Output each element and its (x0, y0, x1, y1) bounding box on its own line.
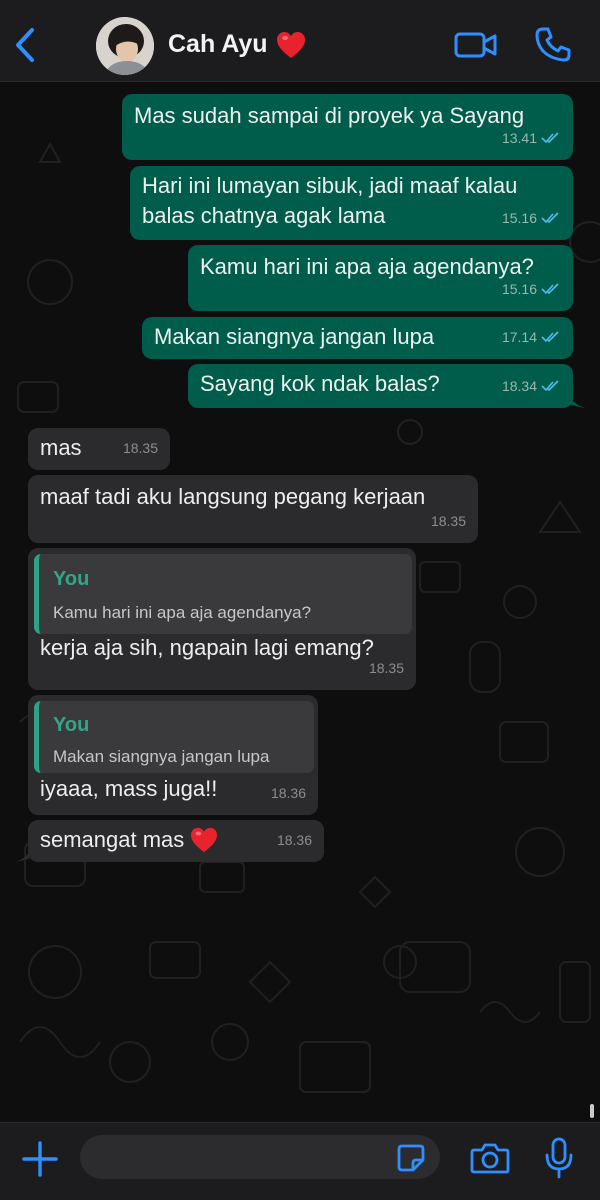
message-outgoing[interactable]: Kamu hari ini apa aja agendanya? 15.16 (188, 245, 573, 311)
message-text: Sayang kok ndak balas? (200, 371, 440, 396)
message-text: mas (40, 435, 82, 460)
double-check-icon (541, 380, 559, 392)
double-check-icon (541, 132, 559, 144)
sticker-icon (397, 1144, 425, 1172)
message-outgoing[interactable]: Makan siangnya jangan lupa 17.14 (142, 317, 573, 359)
voice-call-button[interactable] (534, 26, 572, 64)
message-time: 17.14 (501, 329, 537, 345)
message-meta: 15.16 (502, 273, 561, 305)
message-meta: 18.35 (369, 652, 404, 684)
attach-button[interactable] (20, 1139, 60, 1179)
sticker-button[interactable] (396, 1143, 426, 1173)
message-meta: 13.41 (502, 122, 561, 154)
message-text: kerja aja sih, ngapain lagi emang? (40, 635, 374, 660)
double-check-icon (541, 212, 559, 224)
plus-icon (22, 1141, 58, 1177)
back-button[interactable] (8, 22, 42, 68)
message-text: Hari ini lumayan sibuk, jadi maaf kalau (142, 173, 518, 198)
quote-text: Makan siangnya jangan lupa (53, 747, 270, 766)
message-incoming[interactable]: semangat mas 18.36 (28, 820, 324, 862)
message-text: semangat mas (40, 827, 185, 852)
message-outgoing[interactable]: Hari ini lumayan sibuk, jadi maaf kalau … (130, 166, 573, 240)
camera-button[interactable] (470, 1141, 510, 1175)
microphone-icon (545, 1137, 573, 1179)
heart-emoji-icon (191, 827, 218, 853)
message-text: Kamu hari ini apa aja agendanya? (200, 254, 534, 279)
scroll-indicator[interactable] (590, 1104, 594, 1118)
message-incoming[interactable]: maaf tadi aku langsung pegang kerjaan 18… (28, 475, 478, 543)
double-check-icon (541, 331, 559, 343)
message-time: 13.41 (501, 130, 537, 146)
message-meta: 18.35 (123, 432, 158, 464)
video-camera-icon (454, 32, 497, 58)
message-time: 15.16 (501, 281, 537, 297)
message-input[interactable] (80, 1135, 440, 1179)
message-time: 18.35 (122, 440, 158, 456)
message-incoming-reply[interactable]: You Kamu hari ini apa aja agendanya? ker… (28, 548, 416, 690)
avatar[interactable] (96, 17, 154, 75)
composer-bar (0, 1122, 600, 1200)
double-check-icon (541, 283, 559, 295)
chat-area[interactable]: Mas sudah sampai di proyek ya Sayang 13.… (0, 82, 600, 1122)
contact-name-text: Cah Ayu (168, 30, 268, 58)
message-incoming-reply[interactable]: You Makan siangnya jangan lupa iyaaa, ma… (28, 695, 318, 815)
chat-header: Cah Ayu (0, 0, 600, 82)
message-meta: 17.14 (502, 321, 561, 353)
message-time: 18.36 (270, 785, 306, 801)
message-meta: 15.16 (502, 202, 561, 234)
microphone-button[interactable] (544, 1137, 574, 1179)
message-time: 18.35 (368, 660, 404, 676)
message-time: 18.34 (501, 378, 537, 394)
heart-icon (276, 31, 305, 58)
quoted-message[interactable]: You Makan siangnya jangan lupa (34, 701, 314, 773)
message-outgoing[interactable]: Sayang kok ndak balas? 18.34 (188, 364, 573, 408)
message-outgoing[interactable]: Mas sudah sampai di proyek ya Sayang 13.… (122, 94, 573, 160)
message-time: 15.16 (501, 210, 537, 226)
message-time: 18.36 (276, 832, 312, 848)
bubble-tail (566, 388, 586, 408)
message-meta: 18.36 (277, 824, 312, 856)
camera-icon (470, 1143, 510, 1174)
message-meta: 18.36 (271, 777, 306, 809)
video-call-button[interactable] (454, 28, 498, 62)
quote-author: You (53, 714, 90, 736)
quote-author: You (53, 568, 90, 590)
message-text: Mas sudah sampai di proyek ya Sayang (134, 103, 525, 128)
message-incoming[interactable]: mas 18.35 (28, 428, 170, 470)
message-meta: 18.34 (502, 370, 561, 402)
message-text: iyaaa, mass juga!! (40, 776, 218, 801)
bubble-tail (14, 842, 34, 862)
chevron-left-icon (16, 28, 34, 62)
message-meta: 18.35 (431, 505, 466, 537)
message-time: 18.35 (430, 513, 466, 529)
message-text-line2: balas chatnya agak lama (142, 203, 386, 228)
contact-name[interactable]: Cah Ayu (168, 30, 306, 59)
message-text: Makan siangnya jangan lupa (154, 324, 435, 349)
message-text: maaf tadi aku langsung pegang kerjaan (40, 484, 426, 509)
message-text-row: semangat mas (40, 824, 218, 856)
phone-icon (535, 27, 571, 62)
quoted-message[interactable]: You Kamu hari ini apa aja agendanya? (34, 554, 412, 634)
quote-text: Kamu hari ini apa aja agendanya? (53, 603, 312, 622)
